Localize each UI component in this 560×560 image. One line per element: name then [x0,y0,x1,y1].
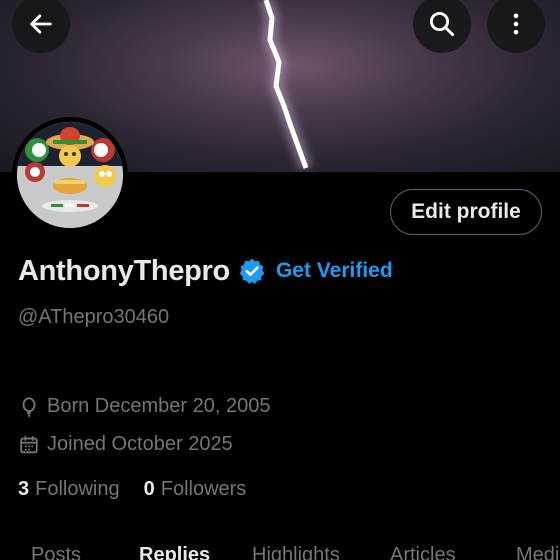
search-icon [429,11,455,37]
name-row: AnthonyThepro Get Verified [18,252,393,290]
avatar[interactable] [12,117,128,233]
joined-row: Joined October 2025 [18,433,233,456]
verified-badge-icon[interactable] [238,257,266,285]
birthday-row: Born December 20, 2005 [18,395,270,418]
avatar-image [17,122,123,228]
user-handle: @AThepro30460 [18,306,170,328]
following-count: 3 [18,478,30,500]
tab-replies[interactable]: Replies [139,544,210,560]
tab-posts[interactable]: Posts [31,544,81,560]
edit-profile-button[interactable]: Edit profile [390,189,542,235]
tab-media[interactable]: Media [516,544,560,560]
more-vertical-icon [513,13,519,35]
arrow-left-icon [30,14,52,34]
tab-articles[interactable]: Articles [390,544,456,560]
following-link[interactable]: 3 Following [18,478,120,501]
birthday-text: Born December 20, 2005 [47,395,271,417]
tab-highlights[interactable]: Highlights [252,544,340,560]
profile-tabs: Posts Replies Highlights Articles Media [0,540,560,560]
followers-link[interactable]: 0 Followers [144,478,247,501]
followers-label: Followers [160,478,247,500]
followers-count: 0 [143,478,155,500]
following-label: Following [35,478,120,500]
get-verified-link[interactable]: Get Verified [276,259,393,283]
follow-stats: 3 Following 0 Followers [18,478,246,501]
avatar-artwork [17,122,123,228]
balloon-icon [18,396,40,418]
calendar-icon [18,434,40,456]
joined-text: Joined October 2025 [47,433,233,455]
display-name: AnthonyThepro [18,254,230,287]
